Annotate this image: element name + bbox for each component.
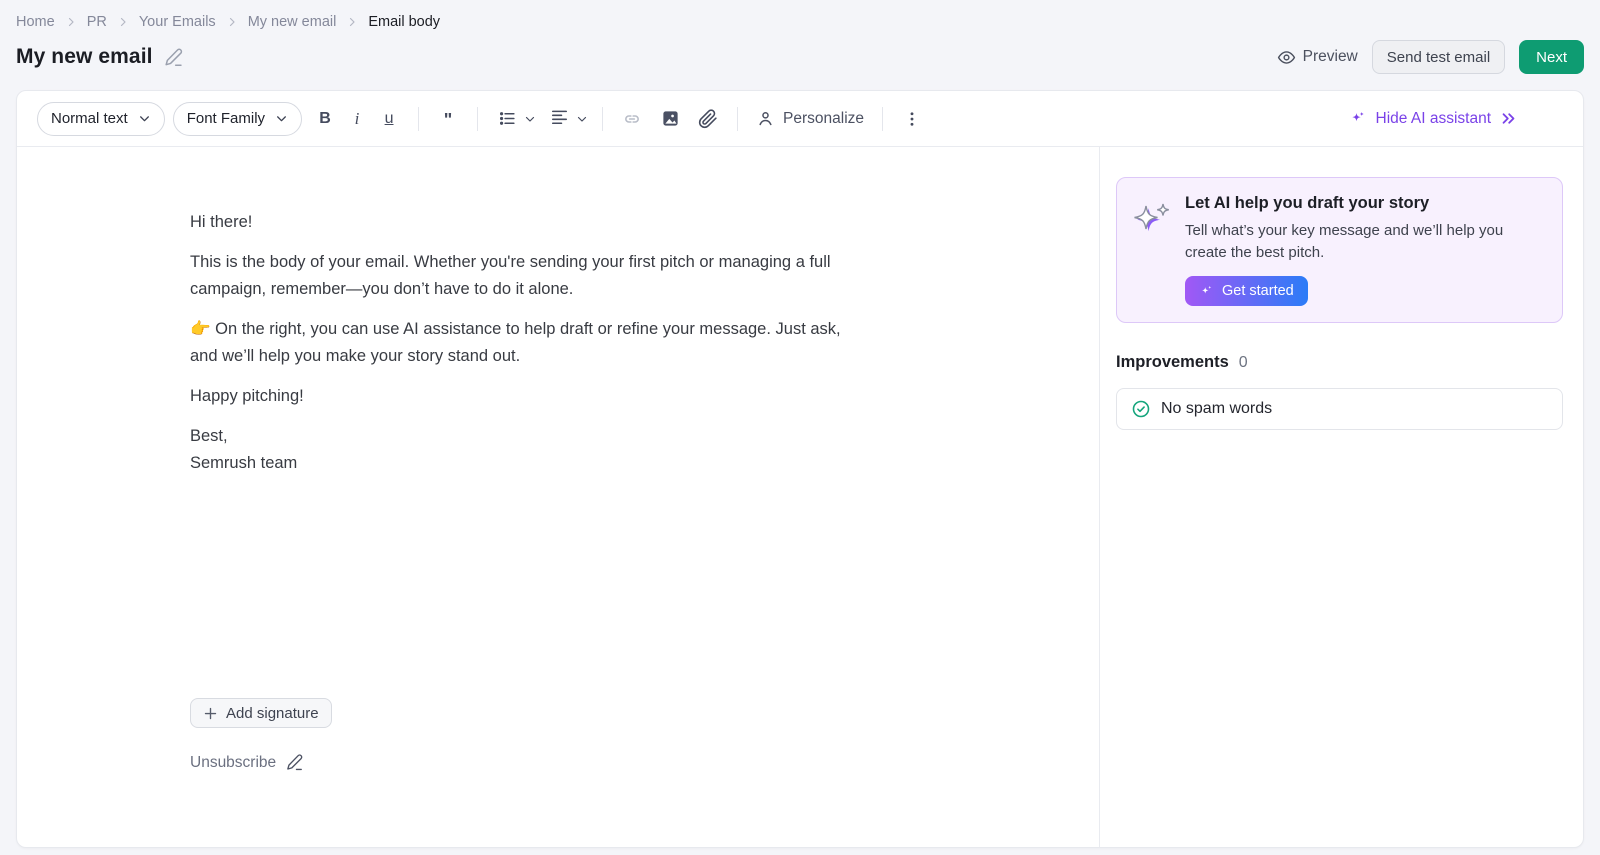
breadcrumb: Home PR Your Emails My new email Email b…	[16, 12, 1584, 32]
align-left-icon	[544, 104, 574, 134]
add-signature-button[interactable]: Add signature	[190, 698, 332, 728]
email-paragraph[interactable]: 👉 On the right, you can use AI assistanc…	[190, 316, 960, 370]
font-family-select[interactable]: Font Family	[173, 102, 302, 136]
toolbar-divider	[882, 107, 883, 131]
email-paragraph[interactable]: Best, Semrush team	[190, 423, 960, 477]
chevron-down-icon	[576, 113, 588, 125]
insert-image-icon[interactable]	[655, 104, 685, 134]
page-title: My new email	[16, 45, 153, 69]
preview-label: Preview	[1303, 48, 1358, 66]
get-started-label: Get started	[1222, 283, 1294, 299]
email-paragraph[interactable]: This is the body of your email. Whether …	[190, 249, 960, 303]
toolbar-divider	[602, 107, 603, 131]
double-chevron-right-icon	[1500, 110, 1517, 127]
ai-intro-title: Let AI help you draft your story	[1185, 194, 1503, 213]
preview-button[interactable]: Preview	[1277, 48, 1358, 67]
email-editor-page: Home PR Your Emails My new email Email b…	[0, 0, 1600, 855]
breadcrumb-my-new-email[interactable]: My new email	[248, 14, 337, 30]
blockquote-button[interactable]: "	[433, 104, 463, 134]
edit-unsubscribe-pencil-icon[interactable]	[285, 753, 304, 772]
check-circle-icon	[1131, 399, 1151, 419]
breadcrumb-home[interactable]: Home	[16, 14, 55, 30]
toolbar-divider	[737, 107, 738, 131]
eye-icon	[1277, 48, 1296, 67]
toolbar-divider	[418, 107, 419, 131]
chevron-right-icon	[346, 16, 358, 28]
text-style-select[interactable]: Normal text	[37, 102, 165, 136]
more-options-kebab-icon[interactable]	[897, 104, 927, 134]
breadcrumb-pr[interactable]: PR	[87, 14, 107, 30]
hide-ai-assistant-label: Hide AI assistant	[1376, 110, 1491, 128]
bold-button[interactable]: B	[310, 104, 340, 134]
add-signature-label: Add signature	[226, 705, 319, 722]
panel-content: Hi there! This is the body of your email…	[17, 147, 1583, 847]
text-style-value: Normal text	[51, 110, 128, 127]
chevron-down-icon	[275, 112, 288, 125]
font-family-value: Font Family	[187, 110, 265, 127]
align-menu-button[interactable]	[544, 104, 588, 134]
ai-intro-card: Let AI help you draft your story Tell wh…	[1116, 177, 1563, 323]
italic-button[interactable]: i	[342, 104, 372, 134]
underline-button[interactable]: u	[374, 104, 404, 134]
link-icon[interactable]	[617, 104, 647, 134]
unsubscribe-link[interactable]: Unsubscribe	[190, 753, 304, 772]
improvements-header: Improvements 0	[1116, 353, 1563, 372]
ai-intro-content: Let AI help you draft your story Tell wh…	[1185, 194, 1503, 306]
ai-assistant-sidebar: Let AI help you draft your story Tell wh…	[1099, 147, 1583, 847]
editor-toolbar: Normal text Font Family B i u "	[17, 91, 1583, 147]
improvements-label: Improvements	[1116, 353, 1229, 372]
email-paragraph[interactable]: Hi there!	[190, 209, 960, 236]
email-body-panel: Normal text Font Family B i u "	[16, 90, 1584, 848]
sparkle-icon	[1199, 284, 1214, 299]
email-paragraph[interactable]: Happy pitching!	[190, 383, 960, 410]
person-icon	[756, 109, 775, 128]
chevron-down-icon	[138, 112, 151, 125]
ai-sparkles-icon	[1129, 194, 1175, 306]
spam-check-card[interactable]: No spam words	[1116, 388, 1563, 430]
chevron-right-icon	[226, 16, 238, 28]
personalize-button[interactable]: Personalize	[752, 109, 868, 128]
hide-ai-assistant-button[interactable]: Hide AI assistant	[1349, 110, 1517, 128]
list-menu-button[interactable]	[492, 104, 536, 134]
plus-icon	[203, 706, 218, 721]
breadcrumb-current: Email body	[368, 14, 440, 30]
get-started-button[interactable]: Get started	[1185, 276, 1308, 306]
spam-check-label: No spam words	[1161, 400, 1272, 418]
toolbar-divider	[477, 107, 478, 131]
send-test-email-button[interactable]: Send test email	[1372, 40, 1505, 74]
chevron-right-icon	[117, 16, 129, 28]
attachment-paperclip-icon[interactable]	[693, 104, 723, 134]
ai-intro-body: Tell what’s your key message and we’ll h…	[1185, 220, 1503, 264]
edit-title-pencil-icon[interactable]	[163, 47, 184, 68]
breadcrumb-your-emails[interactable]: Your Emails	[139, 14, 216, 30]
chevron-right-icon	[65, 16, 77, 28]
improvements-count: 0	[1239, 354, 1248, 372]
header-actions: Preview Send test email Next	[1277, 40, 1584, 74]
unsubscribe-label: Unsubscribe	[190, 754, 276, 772]
chevron-down-icon	[524, 113, 536, 125]
next-button[interactable]: Next	[1519, 40, 1584, 74]
sparkle-icon	[1349, 110, 1367, 128]
personalize-label: Personalize	[783, 110, 864, 128]
email-body-editor[interactable]: Hi there! This is the body of your email…	[17, 147, 1099, 847]
page-header: My new email Preview Send test email Nex…	[16, 38, 1584, 76]
bullet-list-icon	[492, 104, 522, 134]
